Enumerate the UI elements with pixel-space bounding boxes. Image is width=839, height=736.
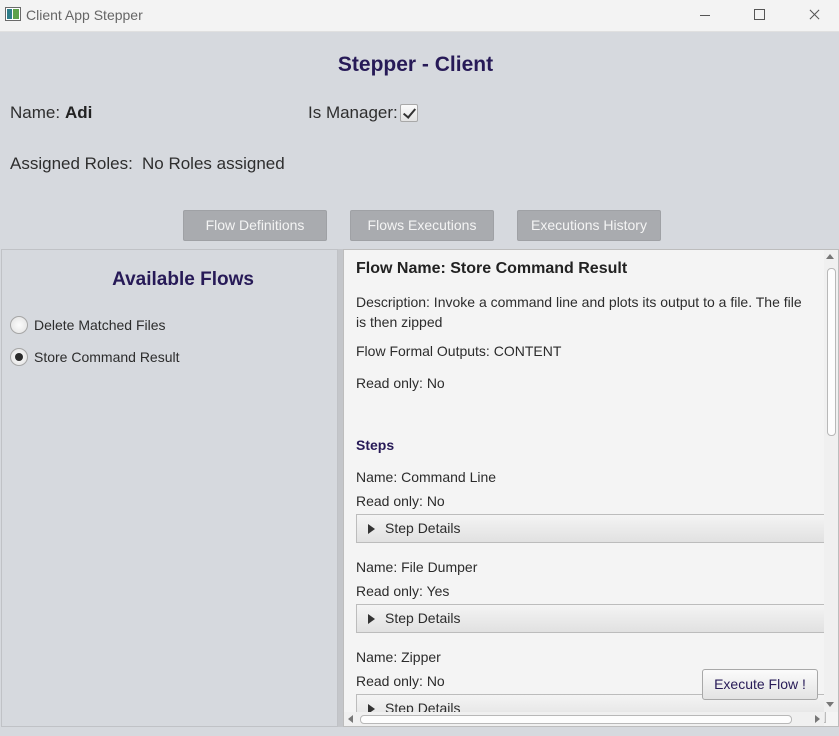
scroll-thumb[interactable] bbox=[360, 715, 792, 724]
flow-formal-outputs: Flow Formal Outputs: CONTENT bbox=[356, 343, 562, 359]
step-details-label: Step Details bbox=[385, 520, 461, 536]
step-details-toggle[interactable]: Step Details bbox=[356, 604, 826, 633]
step-name: Name: File Dumper bbox=[356, 559, 478, 575]
flow-radio-delete-matched-files[interactable] bbox=[10, 316, 28, 334]
is-manager-checkbox[interactable] bbox=[400, 104, 418, 122]
execute-flow-button[interactable]: Execute Flow ! bbox=[702, 669, 818, 700]
scroll-down-icon[interactable] bbox=[826, 702, 834, 707]
window-title: Client App Stepper bbox=[26, 7, 143, 23]
minimize-icon[interactable] bbox=[681, 0, 727, 31]
flow-details-panel: Flow Name: Store Command Result Descript… bbox=[343, 249, 839, 727]
vertical-scrollbar[interactable] bbox=[824, 250, 838, 712]
tab-flows-executions[interactable]: Flows Executions bbox=[350, 210, 494, 241]
available-flows-title: Available Flows bbox=[112, 269, 254, 290]
page-title: Stepper - Client bbox=[337, 53, 494, 76]
roles-label: Assigned Roles: bbox=[10, 154, 133, 173]
roles-value: No Roles assigned bbox=[142, 154, 285, 173]
manager-label: Is Manager: bbox=[308, 103, 398, 122]
app-icon bbox=[5, 7, 21, 21]
step-name: Name: Zipper bbox=[356, 649, 441, 665]
title-bar: Client App Stepper bbox=[0, 0, 839, 32]
expand-arrow-icon bbox=[368, 524, 375, 534]
scroll-left-icon[interactable] bbox=[348, 715, 353, 723]
step-read-only: Read only: No bbox=[356, 493, 445, 509]
steps-heading: Steps bbox=[356, 437, 395, 453]
step-read-only: Read only: No bbox=[356, 673, 445, 689]
scroll-up-icon[interactable] bbox=[826, 254, 834, 259]
expand-arrow-icon bbox=[368, 614, 375, 624]
horizontal-scrollbar[interactable] bbox=[344, 712, 824, 726]
flow-name: Flow Name: Store Command Result bbox=[356, 260, 628, 277]
close-icon[interactable] bbox=[791, 0, 837, 31]
maximize-icon[interactable] bbox=[736, 0, 782, 31]
name-value: Adi bbox=[65, 103, 93, 122]
flow-label-delete-matched-files[interactable]: Delete Matched Files bbox=[34, 317, 166, 333]
step-read-only: Read only: Yes bbox=[356, 583, 450, 599]
step-details-toggle[interactable]: Step Details bbox=[356, 514, 826, 543]
flow-description: Description: Invoke a command line and p… bbox=[356, 294, 802, 330]
step-name: Name: Command Line bbox=[356, 469, 497, 485]
tab-flow-definitions[interactable]: Flow Definitions bbox=[183, 210, 327, 241]
name-label: Name: bbox=[10, 103, 61, 122]
flow-label-store-command-result[interactable]: Store Command Result bbox=[34, 349, 180, 365]
scroll-thumb[interactable] bbox=[827, 268, 836, 436]
step-details-label: Step Details bbox=[385, 610, 461, 626]
tab-executions-history[interactable]: Executions History bbox=[517, 210, 661, 241]
flow-radio-store-command-result[interactable] bbox=[10, 348, 28, 366]
flow-read-only: Read only: No bbox=[356, 375, 445, 391]
scroll-right-icon[interactable] bbox=[815, 715, 820, 723]
